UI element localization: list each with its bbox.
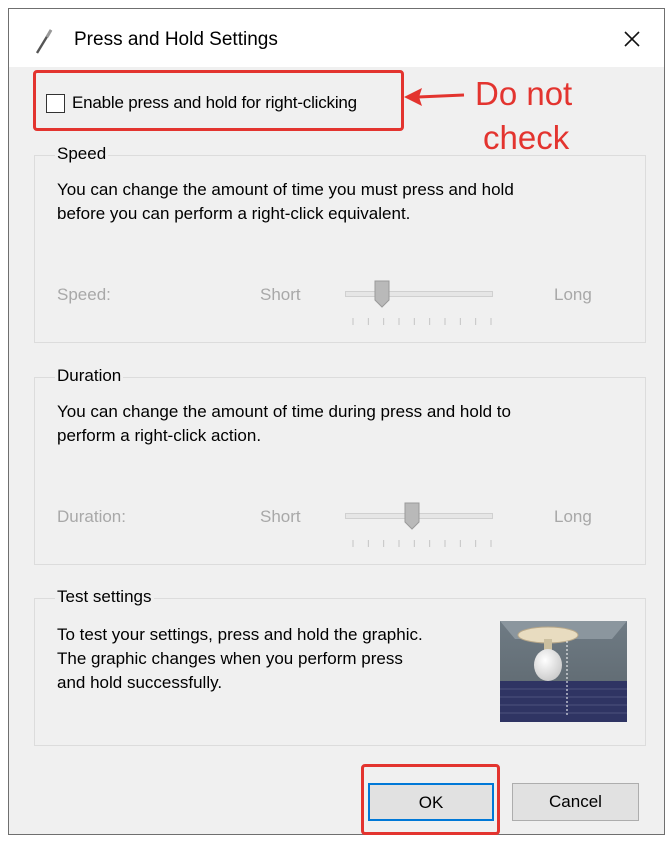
test-description-line-1: To test your settings, press and hold th…	[57, 625, 423, 644]
speed-slider-ticks	[352, 318, 492, 325]
speed-group-title: Speed	[55, 144, 109, 164]
duration-max-label: Long	[554, 507, 592, 526]
test-settings-group-title: Test settings	[55, 587, 154, 607]
speed-description-line-2: before you can perform a right-click equ…	[57, 204, 411, 223]
test-graphic-image[interactable]	[500, 621, 627, 722]
duration-min-label: Short	[260, 507, 301, 526]
duration-slider-ticks	[352, 540, 492, 547]
pen-icon	[35, 29, 53, 54]
test-description-line-2: The graphic changes when you perform pre…	[57, 649, 403, 668]
duration-description: You can change the amount of time during…	[57, 400, 617, 448]
window-title: Press and Hold Settings	[74, 29, 278, 50]
close-icon[interactable]	[614, 23, 650, 55]
speed-description: You can change the amount of time you mu…	[57, 178, 617, 226]
annotation-arrow-icon	[404, 88, 465, 106]
duration-slider-thumb[interactable]	[404, 502, 420, 530]
speed-slider-thumb[interactable]	[374, 280, 390, 308]
cancel-button[interactable]: Cancel	[512, 783, 639, 821]
test-settings-description: To test your settings, press and hold th…	[57, 623, 497, 695]
duration-group-title: Duration	[55, 366, 124, 386]
do-not-check-annotation: Do not check	[475, 72, 572, 160]
annotation-line-2: check	[483, 119, 570, 156]
duration-label: Duration:	[57, 507, 126, 526]
speed-max-label: Long	[554, 285, 592, 304]
checkbox-highlight-box	[33, 70, 404, 131]
annotation-line-1: Do not	[475, 75, 573, 112]
test-description-line-3: and hold successfully.	[57, 673, 223, 692]
speed-min-label: Short	[260, 285, 301, 304]
ok-button-highlight-box	[361, 764, 500, 835]
speed-slider-track[interactable]	[345, 291, 493, 297]
title-bar: Press and Hold Settings	[9, 9, 664, 67]
speed-label: Speed:	[57, 285, 111, 304]
speed-description-line-1: You can change the amount of time you mu…	[57, 180, 514, 199]
duration-description-line-1: You can change the amount of time during…	[57, 402, 511, 421]
duration-description-line-2: perform a right-click action.	[57, 426, 262, 445]
